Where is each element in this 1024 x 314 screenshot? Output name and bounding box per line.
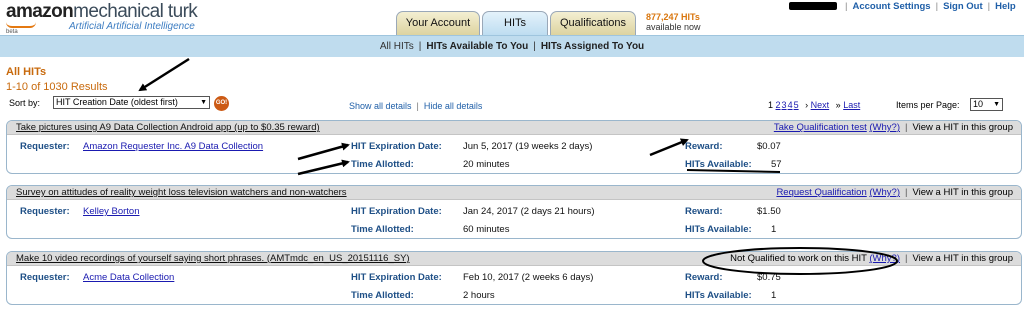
logo-tagline: Artificial Artificial Intelligence <box>69 21 195 32</box>
last-arrow-icon: » <box>835 100 841 110</box>
hide-all-details-link[interactable]: Hide all details <box>424 101 483 111</box>
reward-value: $0.07 <box>757 141 781 152</box>
available-hits-text: available now <box>646 22 701 32</box>
reward-label: Reward: <box>685 206 723 217</box>
sort-select[interactable]: HIT Creation Date (oldest first) ▼ <box>53 96 210 109</box>
view-hit-in-group-link[interactable]: View a HIT in this group <box>912 253 1013 264</box>
page-4-link[interactable]: 4 <box>788 100 793 110</box>
available-hits-count: 877,247 HITs <box>646 12 700 22</box>
requester-link[interactable]: Kelley Borton <box>83 206 140 217</box>
logo-wordmark: amazonmechanical turk <box>6 2 206 21</box>
page-3-link[interactable]: 3 <box>782 100 787 110</box>
reward-value: $0.75 <box>757 272 781 283</box>
last-page-link[interactable]: Last <box>843 100 860 110</box>
hits-available-label: HITs Available: <box>685 224 752 235</box>
hit-group-header: Make 10 video recordings of yourself say… <box>7 252 1021 266</box>
expiration-label: HIT Expiration Date: <box>351 141 442 152</box>
available-hits-counter: 877,247 HITs available now <box>646 12 701 32</box>
time-allotted-value: 20 minutes <box>463 159 510 170</box>
account-settings-link[interactable]: Account Settings <box>852 1 930 12</box>
page-title: All HITs <box>6 66 47 78</box>
take-qualification-test-link[interactable]: Take Qualification test <box>774 122 867 133</box>
why-link[interactable]: (Why?) <box>869 187 900 198</box>
reward-label: Reward: <box>685 272 723 283</box>
requester-link[interactable]: Amazon Requester Inc. A9 Data Collection <box>83 141 263 152</box>
sort-label: Sort by: <box>9 98 41 108</box>
reward-value: $1.50 <box>757 206 781 217</box>
time-allotted-label: Time Allotted: <box>351 290 414 301</box>
expiration-value: Jan 24, 2017 (2 days 21 hours) <box>463 206 595 217</box>
items-per-page-label: Items per Page: <box>896 100 960 110</box>
expiration-value: Feb 10, 2017 (2 weeks 6 days) <box>463 272 594 283</box>
time-allotted-label: Time Allotted: <box>351 224 414 235</box>
logo-mturk-text: mechanical turk <box>73 1 198 22</box>
go-button[interactable]: GO! <box>214 96 229 111</box>
hit-header-actions: Not Qualified to work on this HIT (Why?)… <box>730 253 1013 264</box>
tab-your-account[interactable]: Your Account <box>396 11 480 35</box>
show-all-details-link[interactable]: Show all details <box>349 101 412 111</box>
sign-out-link[interactable]: Sign Out <box>943 1 983 12</box>
top-links: | Account Settings | Sign Out | Help <box>845 1 1016 12</box>
time-allotted-value: 2 hours <box>463 290 495 301</box>
tab-qualifications[interactable]: Qualifications <box>550 11 636 35</box>
view-hit-in-group-link[interactable]: View a HIT in this group <box>912 122 1013 133</box>
hit-group-header: Take pictures using A9 Data Collection A… <box>7 121 1021 135</box>
why-link[interactable]: (Why?) <box>869 253 900 264</box>
expiration-label: HIT Expiration Date: <box>351 206 442 217</box>
request-qualification-link[interactable]: Request Qualification <box>776 187 866 198</box>
expiration-value: Jun 5, 2017 (19 weeks 2 days) <box>463 141 593 152</box>
dropdown-arrow-icon: ▼ <box>200 99 207 106</box>
redacted-username <box>789 2 837 10</box>
next-arrow-icon: › <box>805 100 809 110</box>
time-allotted-label: Time Allotted: <box>351 159 414 170</box>
hit-group-header: Survey on attitudes of reality weight lo… <box>7 186 1021 200</box>
hit-group-card: Make 10 video recordings of yourself say… <box>6 251 1022 305</box>
hit-header-actions: Request Qualification (Why?) | View a HIT … <box>776 187 1013 198</box>
dropdown-arrow-icon: ▼ <box>993 101 1000 108</box>
items-per-page-value: 10 <box>973 99 984 109</box>
pagination: 1 2345 › Next » Last <box>768 100 860 110</box>
subnav-hits-available[interactable]: HITs Available To You <box>426 41 528 52</box>
help-link[interactable]: Help <box>995 1 1016 12</box>
time-allotted-value: 60 minutes <box>463 224 510 235</box>
hit-group-card: Take pictures using A9 Data Collection A… <box>6 120 1022 174</box>
hits-subnav: All HITs | HITs Available To You | HITs Assi… <box>0 35 1024 57</box>
requester-label: Requester: <box>20 272 70 283</box>
hit-group-card: Survey on attitudes of reality weight lo… <box>6 185 1022 239</box>
requester-label: Requester: <box>20 206 70 217</box>
tab-hits[interactable]: HITs <box>482 11 548 36</box>
amazon-mturk-logo[interactable]: amazonmechanical turk beta Artificial Ar… <box>6 2 206 38</box>
hits-available-label: HITs Available: <box>685 290 752 301</box>
sort-select-value: HIT Creation Date (oldest first) <box>56 97 178 107</box>
requester-label: Requester: <box>20 141 70 152</box>
hits-available-value: 1 <box>771 290 777 301</box>
hit-header-actions: Take Qualification test (Why?) | View a HI… <box>773 122 1013 133</box>
page-5-link[interactable]: 5 <box>794 100 799 110</box>
hit-title-link[interactable]: Make 10 video recordings of yourself say… <box>16 253 410 264</box>
page-1: 1 <box>768 100 774 110</box>
reward-label: Reward: <box>685 141 723 152</box>
hits-available-value: 57 <box>771 159 782 170</box>
hits-available-label: HITs Available: <box>685 159 752 170</box>
subnav-hits-assigned[interactable]: HITs Assigned To You <box>541 41 644 52</box>
hit-title-link[interactable]: Survey on attitudes of reality weight lo… <box>16 187 347 198</box>
why-link[interactable]: (Why?) <box>869 122 900 133</box>
expiration-label: HIT Expiration Date: <box>351 272 442 283</box>
not-qualified-text: Not Qualified to work on this HIT <box>730 253 867 264</box>
subnav-all-hits[interactable]: All HITs <box>380 41 414 52</box>
page-2-link[interactable]: 2 <box>776 100 781 110</box>
requester-link[interactable]: Acme Data Collection <box>83 272 174 283</box>
items-per-page-select[interactable]: 10 ▼ <box>970 98 1003 111</box>
next-page-link[interactable]: Next <box>811 100 830 110</box>
logo-amazon-text: amazon <box>6 1 74 22</box>
smile-icon <box>6 22 36 28</box>
annotation-arrow-sort <box>138 57 190 92</box>
hits-available-value: 1 <box>771 224 777 235</box>
details-toggle: Show all details | Hide all details <box>349 101 483 111</box>
view-hit-in-group-link[interactable]: View a HIT in this group <box>912 187 1013 198</box>
results-count: 1-10 of 1030 Results <box>6 81 108 93</box>
hit-title-link[interactable]: Take pictures using A9 Data Collection A… <box>16 122 320 133</box>
